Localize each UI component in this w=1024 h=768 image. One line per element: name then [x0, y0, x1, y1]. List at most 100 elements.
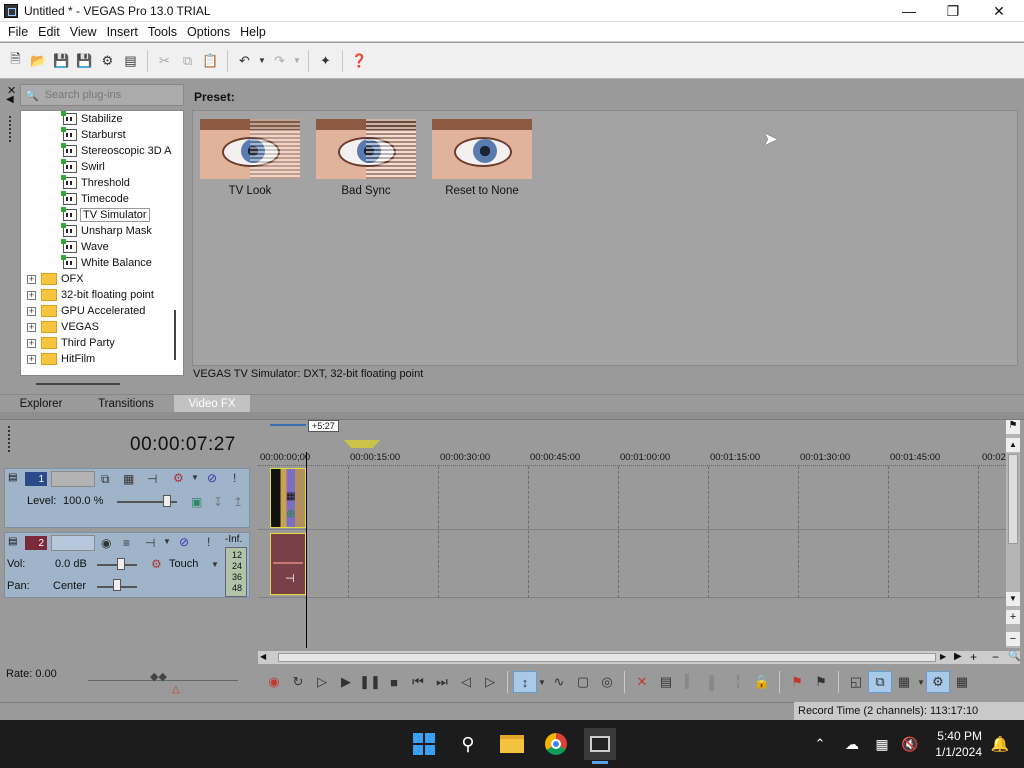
selection-edit-tool-icon[interactable]: ▢	[571, 671, 595, 693]
scroll-left-icon[interactable]: ◀	[260, 652, 266, 661]
delete-icon[interactable]: ✕	[630, 671, 654, 693]
menu-insert[interactable]: Insert	[102, 22, 143, 42]
insert-region-icon[interactable]: ⚑	[809, 671, 833, 693]
clip-fx-icon[interactable]: ⊣	[285, 572, 295, 585]
previous-frame-icon[interactable]: ◁	[454, 671, 478, 693]
scroll-down-icon[interactable]: ▼	[1006, 592, 1020, 606]
chevron-up-icon[interactable]: ⌃	[804, 728, 836, 760]
make-parent-icon[interactable]: ↥	[233, 495, 243, 509]
copy-icon[interactable]: ⧉	[176, 50, 199, 72]
trim-icon[interactable]: ▤	[654, 671, 678, 693]
video-track-lane[interactable]	[258, 466, 1006, 530]
chevron-left-icon[interactable]: ◀	[6, 94, 14, 105]
maximize-button[interactable]: ❐	[930, 0, 976, 22]
search-icon[interactable]: ⚲	[452, 728, 484, 760]
redo-dropdown-icon[interactable]: ▼	[291, 50, 303, 72]
scroll-right-icon[interactable]: ▶	[940, 652, 946, 661]
zoom-in-icon[interactable]: +	[1006, 610, 1020, 624]
preset-tv-look[interactable]: TV Look	[200, 119, 300, 197]
solo-icon[interactable]: !	[207, 535, 210, 549]
tree-item-tv-simulator[interactable]: TV Simulator	[61, 207, 150, 223]
play-from-start-icon[interactable]: ▷	[310, 671, 334, 693]
notification-bell-icon[interactable]: 🔔	[984, 728, 1016, 760]
snapping-icon[interactable]: ▦	[892, 671, 916, 693]
window-splitter[interactable]	[0, 412, 1024, 420]
tree-folder-hitfilm[interactable]: + HitFilm	[27, 351, 95, 367]
grip-handle[interactable]	[8, 426, 10, 452]
tree-folder-vegas[interactable]: + VEGAS	[27, 319, 99, 335]
arm-record-icon[interactable]: ◉	[101, 536, 111, 550]
compositing-icon[interactable]: ⊣	[147, 472, 157, 486]
cloud-offline-icon[interactable]: ☁	[836, 728, 868, 760]
tree-folder-32bit[interactable]: +32-bit floating point	[27, 287, 154, 303]
track-name-field[interactable]	[51, 471, 95, 487]
cut-icon[interactable]: ✂	[153, 50, 176, 72]
stop-icon[interactable]: ■	[382, 671, 406, 693]
auto-crossfade-icon[interactable]: ⧉	[868, 671, 892, 693]
file-explorer-icon[interactable]	[496, 728, 528, 760]
tree-folder-third-party[interactable]: + Third Party	[27, 335, 115, 351]
audio-clip[interactable]: ⊣	[270, 533, 306, 595]
zoom-out-icon[interactable]: −	[992, 650, 999, 664]
undo-dropdown-icon[interactable]: ▼	[256, 50, 268, 72]
ignore-grouping-icon[interactable]: ◱	[844, 671, 868, 693]
loop-markers[interactable]	[344, 440, 380, 448]
close-button[interactable]: ✕	[976, 0, 1022, 22]
tree-item-white-balance[interactable]: White Balance	[61, 255, 152, 271]
redo-icon[interactable]: ↷	[268, 50, 291, 72]
trim-end-icon[interactable]: ▌	[702, 671, 726, 693]
lock-icon[interactable]: 🔒	[750, 671, 774, 693]
chrome-icon[interactable]	[540, 728, 572, 760]
video-track-header[interactable]: ▤ 1 ⧉ ▦ ⊣ ⚙ ▼ ⊘ ! Level: 100.0 % ▣ ↧ ↥	[4, 468, 250, 528]
tree-folder-ofx[interactable]: + OFX	[27, 271, 84, 287]
zoom-out-icon[interactable]: −	[1006, 632, 1020, 646]
tree-item-starburst[interactable]: Starburst	[61, 127, 126, 143]
search-plugins-field[interactable]: 🔍 Search plug-ins	[20, 84, 184, 106]
tree-item-threshold[interactable]: Threshold	[61, 175, 130, 191]
menu-edit[interactable]: Edit	[33, 22, 65, 42]
pause-icon[interactable]: ❚❚	[358, 671, 382, 693]
preset-reset-to-none[interactable]: Reset to None	[432, 119, 532, 197]
properties-icon[interactable]: ▤	[119, 50, 142, 72]
menu-view[interactable]: View	[65, 22, 102, 42]
zoom-edit-tool-icon[interactable]: ◎	[595, 671, 619, 693]
level-slider-knob[interactable]	[163, 495, 171, 507]
expand-icon[interactable]: +	[27, 274, 36, 284]
gear-icon[interactable]: ⚙	[173, 471, 184, 485]
chevron-down-icon[interactable]: ▼	[191, 473, 199, 482]
windows-start-icon[interactable]	[408, 728, 440, 760]
vegas-taskbar-icon[interactable]	[584, 728, 616, 760]
expand-icon[interactable]: +	[27, 290, 36, 300]
scroll-right-end-icon[interactable]: ▶	[954, 651, 962, 662]
timeline-empty-area[interactable]	[258, 598, 1006, 648]
scrollbar-thumb[interactable]	[278, 653, 936, 662]
fx-icon[interactable]: ▦	[123, 472, 134, 486]
tab-explorer[interactable]: Explorer	[6, 395, 76, 413]
track-name-field[interactable]	[51, 535, 95, 551]
envelope-edit-tool-icon[interactable]: ∿	[547, 671, 571, 693]
invert-phase-icon[interactable]: ≡	[123, 536, 130, 550]
lock-envelopes-icon[interactable]: ▦	[950, 671, 974, 693]
whats-this-help-icon[interactable]: ❓	[348, 50, 371, 72]
zoom-in-icon[interactable]: +	[970, 650, 977, 664]
scrollbar-thumb[interactable]	[1008, 454, 1018, 544]
insert-marker-icon[interactable]: ⚑	[785, 671, 809, 693]
paste-icon[interactable]: 📋	[199, 50, 222, 72]
expand-icon[interactable]: +	[27, 338, 36, 348]
tree-item-stereoscopic-3d[interactable]: Stereoscopic 3D A	[61, 143, 172, 159]
dock-grip[interactable]: ✕ ◀	[5, 82, 17, 382]
make-child-icon[interactable]: ↧	[213, 495, 223, 509]
audio-track-header[interactable]: ▤ 2 ◉ ≡ ⊣ ▼ ⊘ ! -Inf. Vol: 0.0 dB ⚙ Touc…	[4, 532, 250, 598]
next-frame-icon[interactable]: ▷	[478, 671, 502, 693]
record-icon[interactable]: ◉	[262, 671, 286, 693]
menu-file[interactable]: File	[3, 22, 33, 42]
loop-region-bar[interactable]	[270, 424, 306, 426]
loop-region[interactable]: +5:27	[270, 420, 1000, 450]
playhead-cursor[interactable]	[306, 452, 307, 648]
clip-fx-icon[interactable]: ⊕	[286, 507, 295, 520]
tree-vertical-scrollbar[interactable]	[174, 310, 176, 360]
timeline-horizontal-scrollbar[interactable]: ◀ ▶ ▶ + − 🔍	[258, 650, 1020, 664]
tree-horizontal-scrollbar[interactable]	[36, 383, 120, 385]
preset-bad-sync[interactable]: Bad Sync	[316, 119, 416, 197]
tree-folder-gpu[interactable]: + GPU Accelerated	[27, 303, 145, 319]
